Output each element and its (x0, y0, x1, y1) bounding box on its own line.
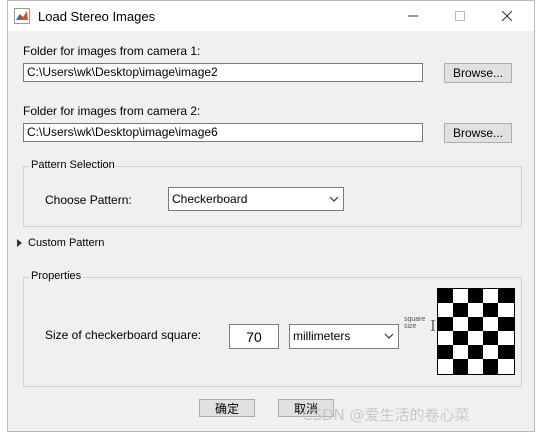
camera2-folder-label: Folder for images from camera 2: (23, 104, 201, 118)
maximize-icon[interactable] (445, 5, 475, 27)
camera1-folder-input[interactable]: C:\Users\wk\Desktop\image\image2 (23, 63, 423, 82)
square-size-input[interactable]: 70 (229, 324, 279, 349)
close-icon[interactable] (492, 5, 522, 27)
camera1-folder-label: Folder for images from camera 1: (23, 44, 201, 58)
checkerboard-icon (438, 289, 514, 374)
square-size-annotation: square size (404, 316, 426, 330)
title-bar: Load Stereo Images (8, 1, 534, 31)
watermark: CSDN @爱生活的卷心菜 (302, 406, 470, 424)
units-dropdown[interactable]: millimeters (289, 324, 399, 349)
pattern-dropdown-value: Checkerboard (172, 192, 248, 206)
custom-pattern-label: Custom Pattern (28, 237, 105, 249)
square-size-label: Size of checkerboard square: (45, 328, 202, 342)
camera2-browse-button[interactable]: Browse... (444, 123, 512, 143)
minimize-icon[interactable] (398, 5, 428, 27)
caret-right-icon (17, 239, 22, 247)
checkerboard-preview (437, 288, 515, 375)
chevron-down-icon (384, 333, 394, 339)
choose-pattern-label: Choose Pattern: (45, 193, 132, 207)
chevron-down-icon (329, 196, 339, 202)
pattern-dropdown[interactable]: Checkerboard (168, 187, 344, 211)
camera2-folder-input[interactable]: C:\Users\wk\Desktop\image\image6 (23, 123, 423, 142)
size-bracket-icon: I (430, 317, 436, 335)
ok-button[interactable]: 确定 (199, 399, 255, 417)
properties-title: Properties (29, 270, 84, 282)
camera1-browse-button[interactable]: Browse... (444, 63, 512, 83)
matlab-icon (14, 8, 30, 24)
load-stereo-images-dialog: Load Stereo Images Folder for images fro… (7, 0, 535, 432)
units-dropdown-value: millimeters (293, 329, 351, 343)
window-title: Load Stereo Images (38, 9, 156, 24)
pattern-selection-title: Pattern Selection (29, 159, 117, 171)
